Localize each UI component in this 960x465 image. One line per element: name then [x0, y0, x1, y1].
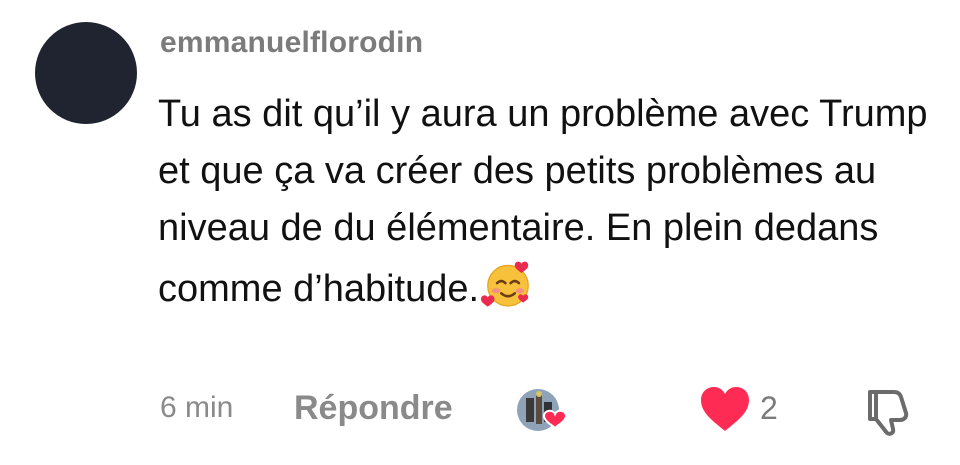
thumbs-down-icon[interactable]: [862, 386, 914, 438]
smiling-face-with-hearts-icon: [481, 261, 529, 307]
comment-body: Tu as dit qu’il y aura un problème avec …: [158, 86, 948, 318]
comment-text: Tu as dit qu’il y aura un problème avec …: [158, 93, 928, 310]
comment-card: emmanuelflorodin Tu as dit qu’il y aura …: [0, 0, 960, 465]
user-avatar[interactable]: [35, 22, 137, 124]
comment-time: 6 min: [160, 391, 234, 424]
creator-avatar-heart-icon: [517, 389, 568, 431]
heart-icon[interactable]: [697, 385, 753, 433]
comment-username[interactable]: emmanuelflorodin: [160, 26, 423, 60]
reply-button[interactable]: Répondre: [294, 389, 453, 428]
like-count: 2: [760, 390, 778, 426]
comment-footer: 6 min Répondre 2: [0, 380, 960, 440]
